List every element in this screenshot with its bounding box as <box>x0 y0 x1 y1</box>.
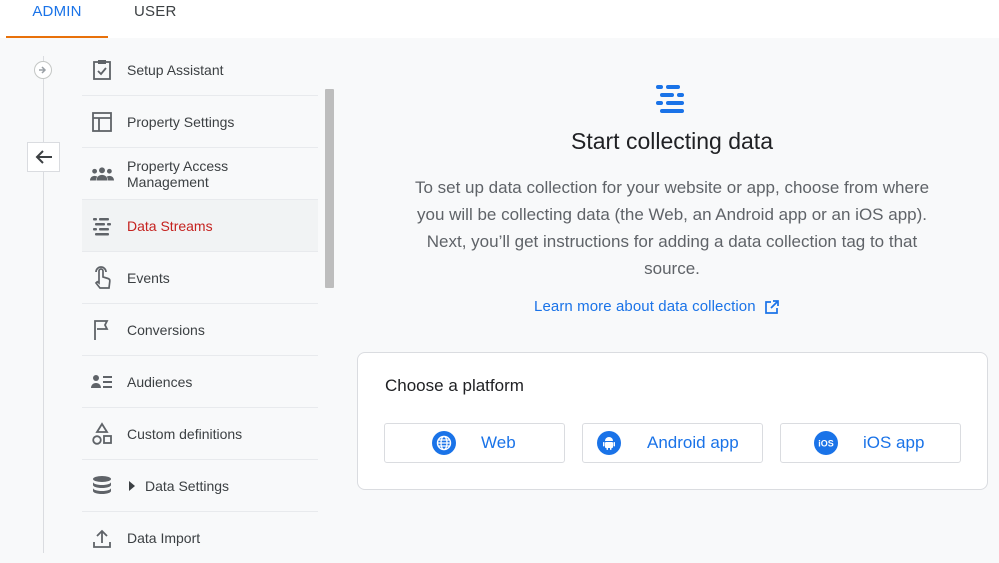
nav-item-property-settings[interactable]: Property Settings <box>82 96 318 148</box>
page-description: To set up data collection for your websi… <box>414 178 930 278</box>
nav-item-label: Events <box>127 269 170 286</box>
nav-item-property-access[interactable]: Property Access Management <box>82 148 318 200</box>
nav-item-label: Data Settings <box>145 477 230 494</box>
nav-scrollbar[interactable] <box>325 89 334 288</box>
android-platform-button[interactable]: Android app <box>582 423 763 463</box>
page-title: Start collecting data <box>570 128 773 154</box>
svg-text:iOS: iOS <box>818 439 834 449</box>
data-streams-icon <box>90 214 114 238</box>
nav-item-audiences[interactable]: Audiences <box>82 356 318 408</box>
web-button-label: Web <box>481 433 516 452</box>
ios-button-label: iOS app <box>863 433 925 452</box>
learn-more-link[interactable]: Learn more about data collection <box>534 298 780 315</box>
arrow-left-icon <box>35 150 52 164</box>
nav-item-data-import[interactable]: Data Import <box>82 512 318 563</box>
android-icon <box>597 431 621 455</box>
tab-admin[interactable]: ADMIN <box>6 0 108 38</box>
rail-arrow-icon <box>34 61 52 79</box>
nav-item-events[interactable]: Events <box>82 252 318 304</box>
nav-item-label: Property Access Management <box>127 157 229 190</box>
android-button-label: Android app <box>647 433 739 452</box>
nav-item-conversions[interactable]: Conversions <box>82 304 318 356</box>
nav-item-label: Data Streams <box>127 217 213 234</box>
ios-icon: iOS <box>814 431 838 455</box>
touch-icon <box>90 265 114 290</box>
web-platform-button[interactable]: Web <box>384 423 565 463</box>
layout-icon <box>90 110 114 134</box>
open-in-new-icon <box>764 299 779 314</box>
nav-item-data-streams[interactable]: Data Streams <box>82 200 318 252</box>
shapes-icon <box>90 421 114 446</box>
nav-item-custom-definitions[interactable]: Custom definitions <box>82 408 318 460</box>
clipboard-check-icon <box>90 58 114 82</box>
nav-item-data-settings[interactable]: Data Settings <box>82 460 318 512</box>
caret-right-icon[interactable] <box>129 480 135 491</box>
audience-list-icon <box>90 370 114 394</box>
ios-platform-button[interactable]: iOS iOS app <box>780 423 961 463</box>
tab-user[interactable]: USER <box>134 0 176 38</box>
rail-line <box>43 56 44 553</box>
top-tabs: ADMIN USER <box>0 0 999 38</box>
flag-icon <box>90 318 114 342</box>
platform-card: Choose a platform Web Android app iOS iO… <box>357 352 988 490</box>
nav-item-label: Property Settings <box>127 113 235 130</box>
globe-icon <box>432 431 456 455</box>
nav-item-label: Conversions <box>127 321 205 338</box>
database-icon <box>90 474 114 498</box>
back-button[interactable] <box>27 142 60 172</box>
nav-item-label: Data Import <box>127 529 201 546</box>
platform-card-title: Choose a platform <box>385 376 524 395</box>
nav-item-label: Setup Assistant <box>127 61 224 78</box>
nav-item-label: Custom definitions <box>127 425 243 442</box>
people-icon <box>90 162 114 186</box>
admin-nav: Setup Assistant Property Settings Proper… <box>82 44 318 563</box>
learn-more-label: Learn more about data collection <box>534 298 756 315</box>
data-streams-icon <box>656 85 684 113</box>
nav-item-setup-assistant[interactable]: Setup Assistant <box>82 44 318 96</box>
nav-item-label: Audiences <box>127 373 193 390</box>
upload-icon <box>90 526 114 550</box>
